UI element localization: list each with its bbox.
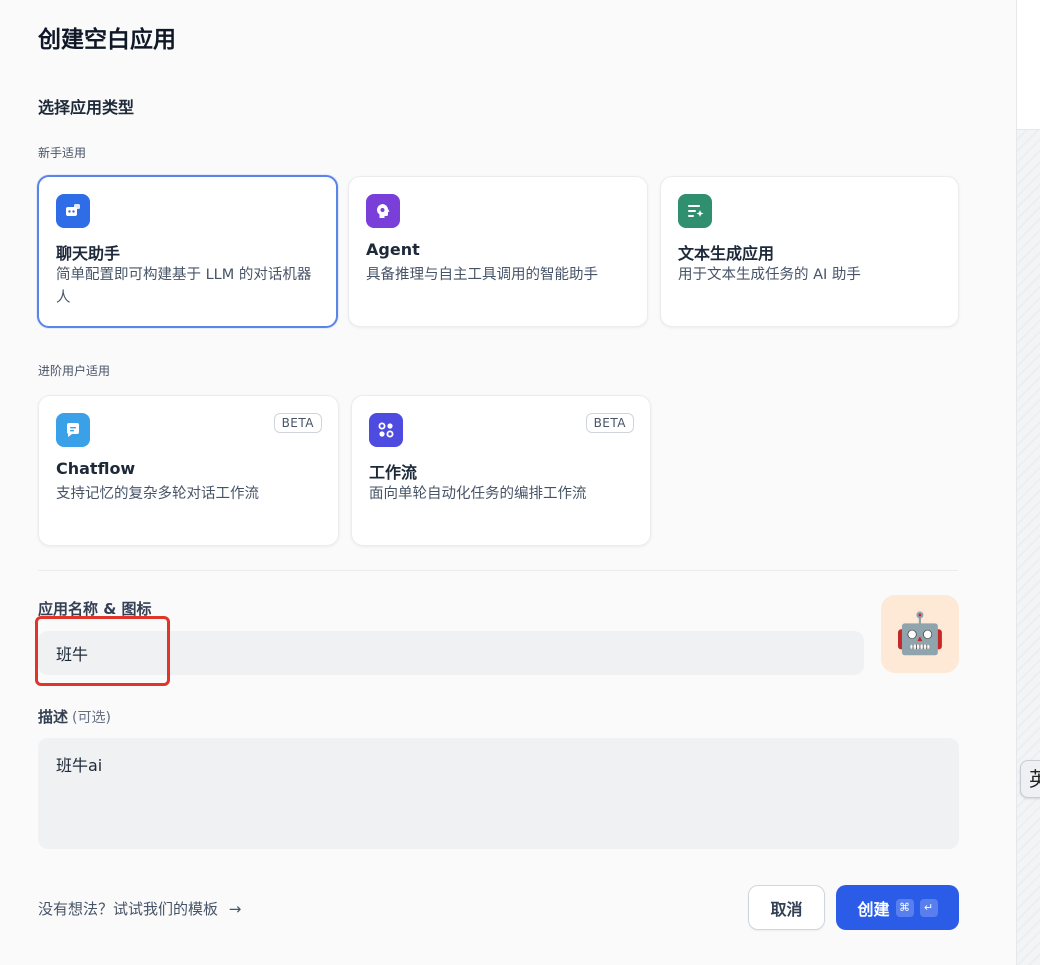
agent-brain-icon (366, 194, 400, 228)
robot-emoji-icon: 🤖 (895, 611, 945, 657)
card-description: 用于文本生成任务的 AI 助手 (678, 267, 861, 283)
card-title: 聊天助手 (56, 244, 121, 263)
text-generation-icon (678, 194, 712, 228)
app-type-card-chatflow[interactable]: BETA Chatflow 支持记忆的复杂多轮对话工作流 (38, 395, 339, 546)
chat-bot-icon (56, 194, 90, 228)
create-button-label: 创建 (857, 899, 890, 919)
create-app-dialog: 创建空白应用 选择应用类型 新手适用 聊天助手 简单配置即可构建基于 LLM 的… (0, 0, 1016, 965)
background-side-panel (1016, 0, 1040, 965)
app-type-card-workflow[interactable]: BETA 工作流 面向单轮自动化任务的编排工作流 (351, 395, 651, 546)
beta-badge: BETA (585, 413, 634, 433)
card-title: 工作流 (369, 463, 418, 482)
dialog-title: 创建空白应用 (38, 27, 176, 53)
enter-key-icon: ↵ (919, 898, 938, 917)
section-divider (38, 570, 958, 571)
app-type-card-text-generation[interactable]: 文本生成应用 用于文本生成任务的 AI 助手 (660, 176, 959, 327)
card-title: Agent (366, 240, 420, 259)
beginner-group-label: 新手适用 (38, 146, 87, 160)
card-description: 具备推理与自主工具调用的智能助手 (366, 267, 598, 283)
card-title: 文本生成应用 (678, 244, 775, 263)
arrow-right-icon: → (228, 900, 242, 918)
card-title: Chatflow (56, 459, 136, 478)
app-name-label: 应用名称 & 图标 (38, 600, 152, 618)
description-label: 描述 (可选) (38, 706, 111, 727)
cancel-button[interactable]: 取消 (748, 885, 825, 930)
app-type-card-agent[interactable]: Agent 具备推理与自主工具调用的智能助手 (348, 176, 648, 327)
advanced-group-label: 进阶用户适用 (38, 364, 111, 378)
chatflow-icon (56, 413, 90, 447)
workflow-icon (369, 413, 403, 447)
optional-hint: (可选) (72, 710, 111, 726)
app-type-section-title: 选择应用类型 (38, 98, 135, 117)
description-label-text: 描述 (38, 708, 69, 726)
description-textarea[interactable]: 班牛ai (38, 738, 959, 849)
try-template-link[interactable]: 没有想法？试试我们的模板 → (38, 898, 241, 919)
create-button[interactable]: 创建 ⌘ ↵ (836, 885, 959, 930)
template-link-text: 没有想法？试试我们的模板 (38, 900, 219, 918)
beta-badge: BETA (273, 413, 322, 433)
card-description: 支持记忆的复杂多轮对话工作流 (56, 486, 259, 502)
input-method-indicator: 英 (1020, 760, 1040, 798)
app-name-input[interactable] (38, 631, 864, 675)
app-icon-picker[interactable]: 🤖 (881, 595, 959, 673)
command-key-icon: ⌘ (895, 898, 914, 917)
card-description: 简单配置即可构建基于 LLM 的对话机器人 (56, 267, 312, 306)
app-type-card-chat-assistant[interactable]: 聊天助手 简单配置即可构建基于 LLM 的对话机器人 (37, 175, 338, 328)
card-description: 面向单轮自动化任务的编排工作流 (369, 486, 587, 502)
